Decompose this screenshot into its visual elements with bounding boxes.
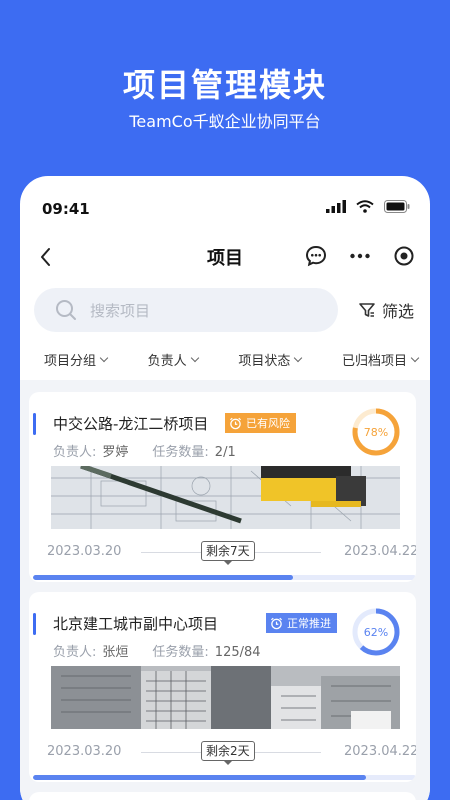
chevron-down-icon: [190, 353, 199, 362]
project-card[interactable]: 北京建工城市副中心项目 正常推进 负责人: 张烜 任务数量: 125/84 62%: [29, 592, 416, 782]
chevron-down-icon: [294, 353, 303, 362]
record-icon[interactable]: [392, 244, 416, 268]
tasks-field: 任务数量: 2/1: [152, 441, 235, 460]
chat-icon[interactable]: [304, 244, 328, 268]
project-photo-blueprint: [51, 466, 400, 529]
dropdown-project-status[interactable]: 项目状态: [238, 348, 303, 370]
status-bar: 09:41: [20, 176, 430, 240]
progress-bar-fill: [33, 775, 367, 780]
status-icons: [326, 200, 410, 213]
dropdown-label: 负责人: [147, 353, 187, 369]
search-row: 搜索项目 筛选: [20, 288, 430, 332]
chevron-down-icon: [99, 353, 109, 362]
dropdown-archived[interactable]: 已归档项目: [341, 348, 420, 370]
progress-ring: 78%: [352, 408, 400, 456]
search-icon: [56, 300, 76, 320]
card-accent-bar: [33, 413, 36, 435]
progress-bar: [33, 575, 416, 580]
dropdown-owner[interactable]: 负责人: [147, 348, 199, 370]
badge-label: 已有风险: [246, 417, 290, 430]
tasks-value: 2/1: [214, 445, 236, 460]
progress-bar: [33, 775, 416, 780]
owner-field: 负责人: 张烜: [53, 641, 128, 660]
promo-title: 项目管理模块: [122, 66, 327, 104]
project-card-partial[interactable]: [29, 792, 416, 800]
project-name: 中交公路-龙江二桥项目: [53, 415, 209, 433]
filter-dropdowns: 项目分组 负责人 项目状态 已归档项目: [20, 348, 430, 370]
navbar: 项目: [20, 240, 430, 274]
end-date: 2023.04.22: [344, 544, 416, 559]
status-badge: 正常推进: [266, 613, 337, 633]
project-photo-buildings: [51, 666, 400, 729]
signal-icon: [326, 200, 346, 213]
progress-percent: 78%: [364, 426, 388, 439]
dropdown-label: 项目分组: [44, 353, 97, 369]
search-placeholder: 搜索项目: [90, 302, 151, 320]
project-list: 中交公路-龙江二桥项目 已有风险 负责人: 罗婷 任务数量: 2/1 78% 2…: [20, 380, 430, 800]
tasks-field: 任务数量: 125/84: [152, 641, 260, 660]
owner-value: 罗婷: [102, 445, 129, 460]
tasks-label: 任务数量:: [152, 445, 209, 460]
badge-label: 正常推进: [287, 617, 331, 630]
start-date: 2023.03.20: [47, 544, 122, 559]
dropdown-label: 已归档项目: [341, 353, 407, 369]
project-meta: 负责人: 张烜 任务数量: 125/84: [53, 641, 261, 660]
chevron-down-icon: [410, 353, 420, 362]
more-icon[interactable]: [348, 244, 372, 268]
progress-percent: 62%: [364, 626, 388, 639]
owner-value: 张烜: [102, 645, 129, 660]
filter-label: 筛选: [381, 302, 414, 321]
remaining-days: 剩余7天: [201, 541, 255, 565]
project-timeline: 2023.03.20 剩余2天 2023.04.22: [29, 740, 416, 765]
project-timeline: 2023.03.20 剩余7天 2023.04.22: [29, 540, 416, 565]
tasks-label: 任务数量:: [152, 645, 209, 660]
card-accent-bar: [33, 613, 36, 635]
tasks-value: 125/84: [214, 645, 261, 660]
promo-subtitle: TeamCo千蚁企业协同平台: [129, 112, 321, 131]
battery-icon: [384, 200, 410, 213]
wifi-icon: [356, 200, 374, 213]
filter-icon: [359, 303, 375, 317]
navbar-actions: [304, 244, 416, 268]
progress-bar-fill: [33, 575, 294, 580]
owner-label: 负责人:: [53, 445, 97, 460]
project-meta: 负责人: 罗婷 任务数量: 2/1: [53, 441, 236, 460]
alarm-clock-icon: [230, 417, 241, 429]
status-time: 09:41: [42, 200, 90, 218]
search-input[interactable]: 搜索项目: [34, 288, 338, 332]
dropdown-project-group[interactable]: 项目分组: [44, 348, 109, 370]
project-card[interactable]: 中交公路-龙江二桥项目 已有风险 负责人: 罗婷 任务数量: 2/1 78% 2…: [29, 392, 416, 582]
start-date: 2023.03.20: [47, 744, 122, 759]
end-date: 2023.04.22: [344, 744, 416, 759]
dropdown-label: 项目状态: [238, 353, 291, 369]
project-name: 北京建工城市副中心项目: [53, 615, 219, 633]
status-badge: 已有风险: [225, 413, 296, 433]
progress-ring: 62%: [352, 608, 400, 656]
alarm-clock-icon: [271, 617, 282, 629]
phone-screen: 09:41 项目 搜索项目 筛选 项目分组 负责人 项目状态 已归档项目 中交公…: [20, 176, 430, 800]
owner-field: 负责人: 罗婷: [53, 441, 128, 460]
owner-label: 负责人:: [53, 645, 97, 660]
remaining-days: 剩余2天: [201, 741, 255, 765]
filter-button[interactable]: 筛选: [358, 298, 414, 322]
